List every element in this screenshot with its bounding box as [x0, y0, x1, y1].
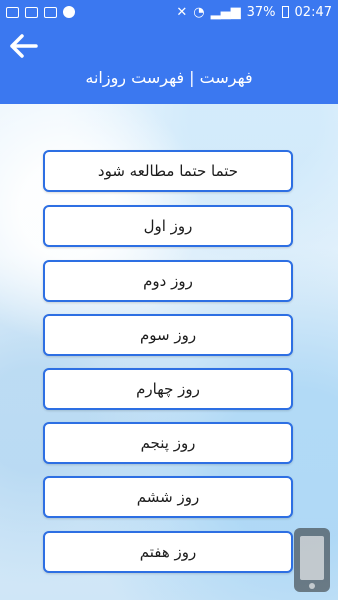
image-icon: [25, 6, 38, 18]
menu-item-day-7[interactable]: روز هفتم: [43, 531, 293, 573]
battery-icon: [281, 6, 289, 18]
page-title: فهرست | فهرست روزانه: [85, 68, 253, 87]
menu-item-day-4[interactable]: روز چهارم: [43, 368, 293, 410]
signal-icon: ▂▄▆: [210, 4, 241, 20]
status-right: ✕ ◔ ▂▄▆ 37% 02:47: [176, 5, 332, 20]
status-bar: ✕ ◔ ▂▄▆ 37% 02:47: [0, 0, 338, 24]
watermark-logo: [294, 528, 330, 592]
arrow-left-icon: [10, 34, 38, 58]
battery-text: 37%: [246, 4, 276, 20]
chat-icon: [63, 6, 75, 18]
mail-icon: [44, 6, 57, 18]
wifi-icon: ◔: [193, 4, 205, 20]
menu-item-day-3[interactable]: روز سوم: [43, 314, 293, 356]
clock: 02:47: [294, 4, 332, 20]
menu-item-day-2[interactable]: روز دوم: [43, 260, 293, 302]
back-button[interactable]: [8, 32, 40, 60]
status-left: [6, 6, 75, 18]
menu-item-day-6[interactable]: روز ششم: [43, 476, 293, 518]
mute-icon: ✕: [176, 4, 188, 20]
menu-item-day-5[interactable]: روز پنجم: [43, 422, 293, 464]
menu-item-day-1[interactable]: روز اول: [43, 205, 293, 247]
app-bar: فهرست | فهرست روزانه: [0, 24, 338, 104]
notification-icon: [6, 6, 19, 18]
menu-item-must-read[interactable]: حتما حتما مطالعه شود: [43, 150, 293, 192]
